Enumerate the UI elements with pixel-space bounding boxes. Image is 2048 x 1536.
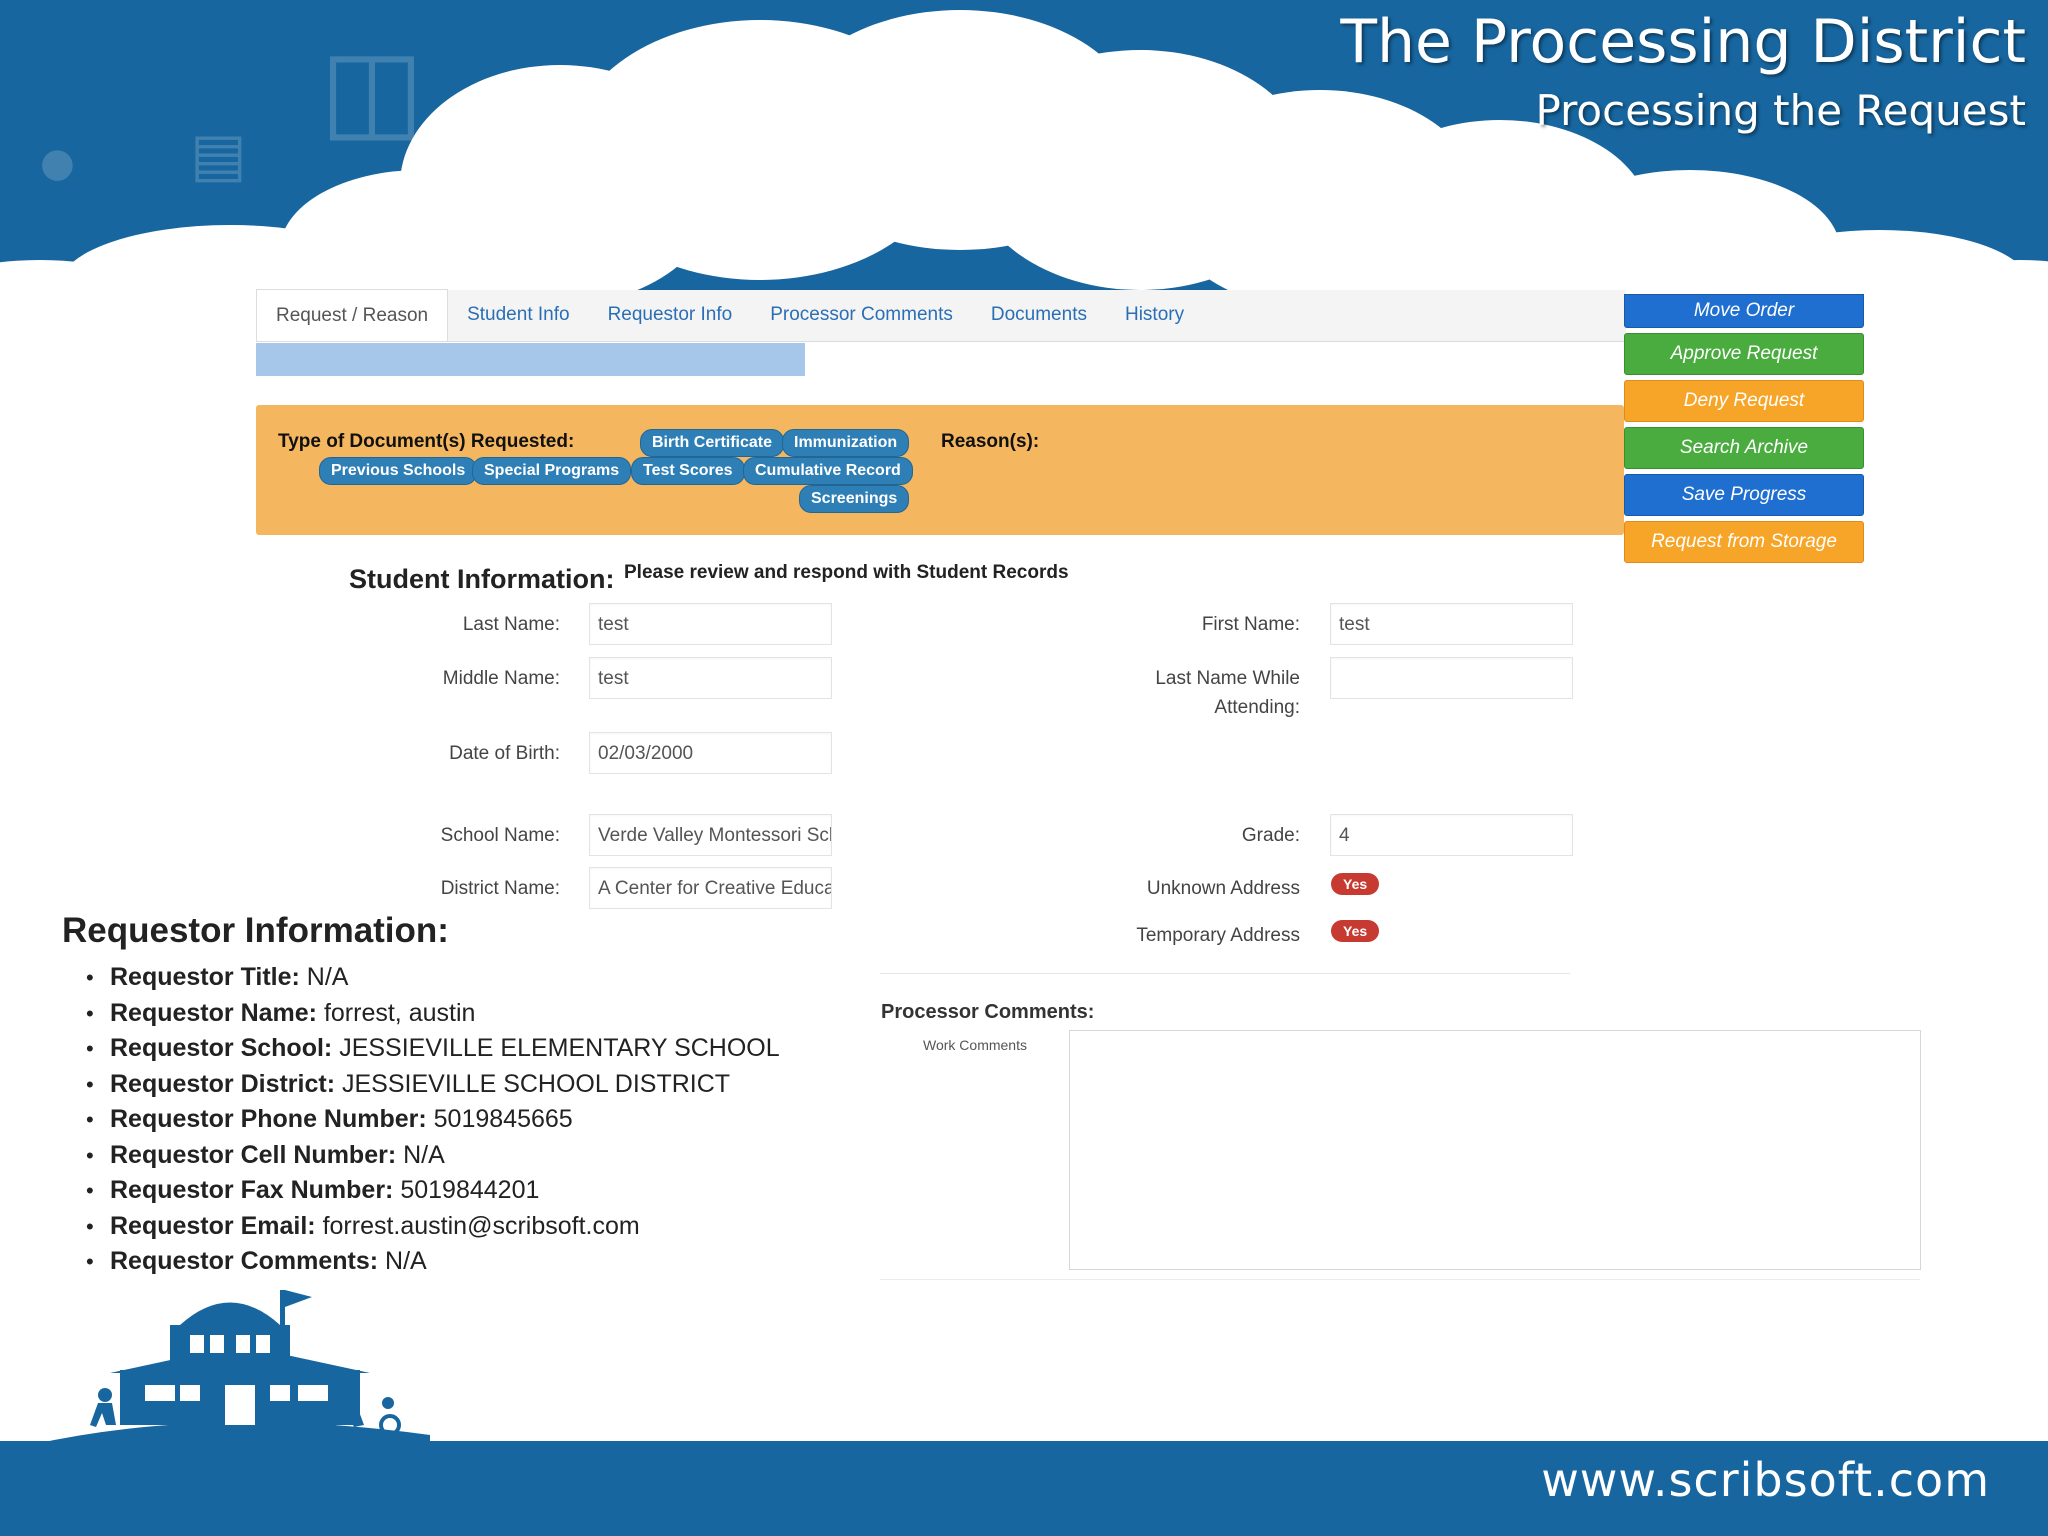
dob-label: Date of Birth: (449, 743, 560, 764)
requestor-title-value: N/A (306, 963, 349, 991)
requestor-email-value: forrest.austin@scribsoft.com (322, 1211, 640, 1240)
reasons-label: Reason(s): (941, 431, 1040, 452)
footer-url: www.scribsoft.com (1541, 1453, 1990, 1507)
tab-content-strip (256, 343, 805, 376)
student-info-note: Please review and respond with Student R… (624, 562, 1069, 583)
header-banner: ◫ ▤ ● The Processing District Processing… (0, 0, 2048, 330)
document-chip: Screenings (799, 485, 910, 513)
list-item: Requestor Title: N/A (86, 960, 780, 996)
search-archive-button[interactable]: Search Archive (1624, 427, 1864, 469)
deny-request-button[interactable]: Deny Request (1624, 380, 1864, 422)
requestor-comments-label: Requestor Comments: (110, 1247, 379, 1275)
unknown-address-label: Unknown Address (1146, 878, 1300, 899)
district-name-label: District Name: (440, 878, 560, 899)
temporary-address-label: Temporary Address (1136, 925, 1300, 946)
unknown-address-badge: Yes (1331, 873, 1380, 895)
requestor-fax-value: 5019844201 (400, 1176, 540, 1204)
document-chip: Previous Schools (319, 457, 478, 485)
requestor-info-list: Requestor Title: N/A Requestor Name: for… (86, 960, 780, 1280)
requestor-school-value: JESSIEVILLE ELEMENTARY SCHOOL (339, 1034, 780, 1062)
slide-heading: The Processing District (1340, 7, 2026, 77)
document-chip: Birth Certificate (640, 429, 785, 457)
list-item: Requestor Name: forrest, austin (86, 996, 780, 1032)
document-chip: Special Programs (472, 457, 632, 485)
list-item: Requestor Comments: N/A (86, 1244, 780, 1280)
requestor-title-label: Requestor Title: (110, 963, 300, 991)
list-item: Requestor District: JESSIEVILLE SCHOOL D… (86, 1067, 780, 1103)
last-name-attending-field[interactable] (1330, 657, 1573, 699)
tab-request-reason[interactable]: Request / Reason (256, 289, 449, 341)
requestor-comments-value: N/A (385, 1247, 427, 1275)
tab-bar: Request / Reason Student Info Requestor … (256, 289, 1626, 342)
requestor-cell-label: Requestor Cell Number: (110, 1140, 397, 1169)
last-name-label: Last Name: (462, 614, 560, 635)
tab-processor-comments[interactable]: Processor Comments (751, 289, 972, 341)
divider (880, 1279, 1920, 1280)
last-name-attending-label-line1: Last Name While (1155, 668, 1300, 689)
documents-requested-label: Type of Document(s) Requested: (278, 431, 575, 452)
grade-field[interactable]: 4 (1330, 814, 1573, 856)
move-order-button[interactable]: Move Order (1624, 294, 1864, 328)
requestor-name-value: forrest, austin (323, 998, 476, 1027)
requestor-phone-value: 5019845665 (433, 1105, 573, 1133)
last-name-field[interactable]: test (589, 603, 832, 645)
middle-name-label: Middle Name: (442, 668, 560, 689)
circle-icon: ● (40, 140, 75, 186)
document-chip: Immunization (782, 429, 910, 457)
list-item: Requestor Cell Number: N/A (86, 1138, 780, 1174)
requestor-info-title: Requestor Information: (62, 911, 449, 950)
work-comments-label: Work Comments (923, 1037, 1027, 1053)
list-item: Requestor Phone Number: 5019845665 (86, 1102, 780, 1138)
school-building-illustration (30, 1290, 430, 1445)
list-item: Requestor Email: forrest.austin@scribsof… (86, 1209, 780, 1245)
processor-comments-title: Processor Comments: (881, 1001, 1095, 1023)
requestor-district-label: Requestor District: (110, 1069, 336, 1098)
requestor-phone-label: Requestor Phone Number: (110, 1105, 427, 1133)
list-item: Requestor Fax Number: 5019844201 (86, 1173, 780, 1209)
first-name-label: First Name: (1201, 614, 1300, 635)
first-name-field[interactable]: test (1330, 603, 1573, 645)
list-item: Requestor School: JESSIEVILLE ELEMENTARY… (86, 1031, 780, 1067)
document-icon: ◫ (320, 25, 424, 153)
divider (880, 973, 1570, 974)
tab-history[interactable]: History (1106, 289, 1203, 341)
school-name-field[interactable]: Verde Valley Montessori School (589, 814, 832, 856)
requestor-name-label: Requestor Name: (110, 998, 317, 1027)
book-icon: ▤ (190, 120, 247, 190)
dob-field[interactable]: 02/03/2000 (589, 732, 832, 774)
footer-bar: www.scribsoft.com (0, 1441, 2048, 1536)
requestor-school-label: Requestor School: (110, 1034, 333, 1062)
requestor-district-value: JESSIEVILLE SCHOOL DISTRICT (342, 1069, 731, 1098)
tab-student-info[interactable]: Student Info (448, 289, 588, 341)
work-comments-textarea[interactable] (1069, 1030, 1921, 1270)
save-progress-button[interactable]: Save Progress (1624, 474, 1864, 516)
tab-documents[interactable]: Documents (972, 289, 1106, 341)
requestor-cell-value: N/A (403, 1140, 445, 1169)
middle-name-field[interactable]: test (589, 657, 832, 699)
request-from-storage-button[interactable]: Request from Storage (1624, 521, 1864, 563)
requestor-fax-label: Requestor Fax Number: (110, 1176, 394, 1204)
request-panel: Type of Document(s) Requested: Reason(s)… (256, 405, 1624, 535)
document-chip: Cumulative Record (743, 457, 913, 485)
last-name-attending-label-line2: Attending: (1214, 697, 1300, 718)
slide-title: The Processing District Processing the R… (1340, 4, 2026, 138)
tab-requestor-info[interactable]: Requestor Info (589, 289, 752, 341)
document-chip: Test Scores (631, 457, 745, 485)
grade-label: Grade: (1241, 825, 1300, 846)
temporary-address-badge: Yes (1331, 920, 1380, 942)
school-name-label: School Name: (440, 825, 560, 846)
action-buttons: Move Order Approve Request Deny Request … (1624, 294, 1864, 568)
slide-subheading: Processing the Request (1535, 86, 2026, 135)
requestor-email-label: Requestor Email: (110, 1211, 316, 1240)
last-name-attending-label: Last Name While Attending: (1050, 664, 1300, 722)
approve-request-button[interactable]: Approve Request (1624, 333, 1864, 375)
district-name-field[interactable]: A Center for Creative Education (589, 867, 832, 909)
student-info-title: Student Information: (349, 564, 615, 594)
